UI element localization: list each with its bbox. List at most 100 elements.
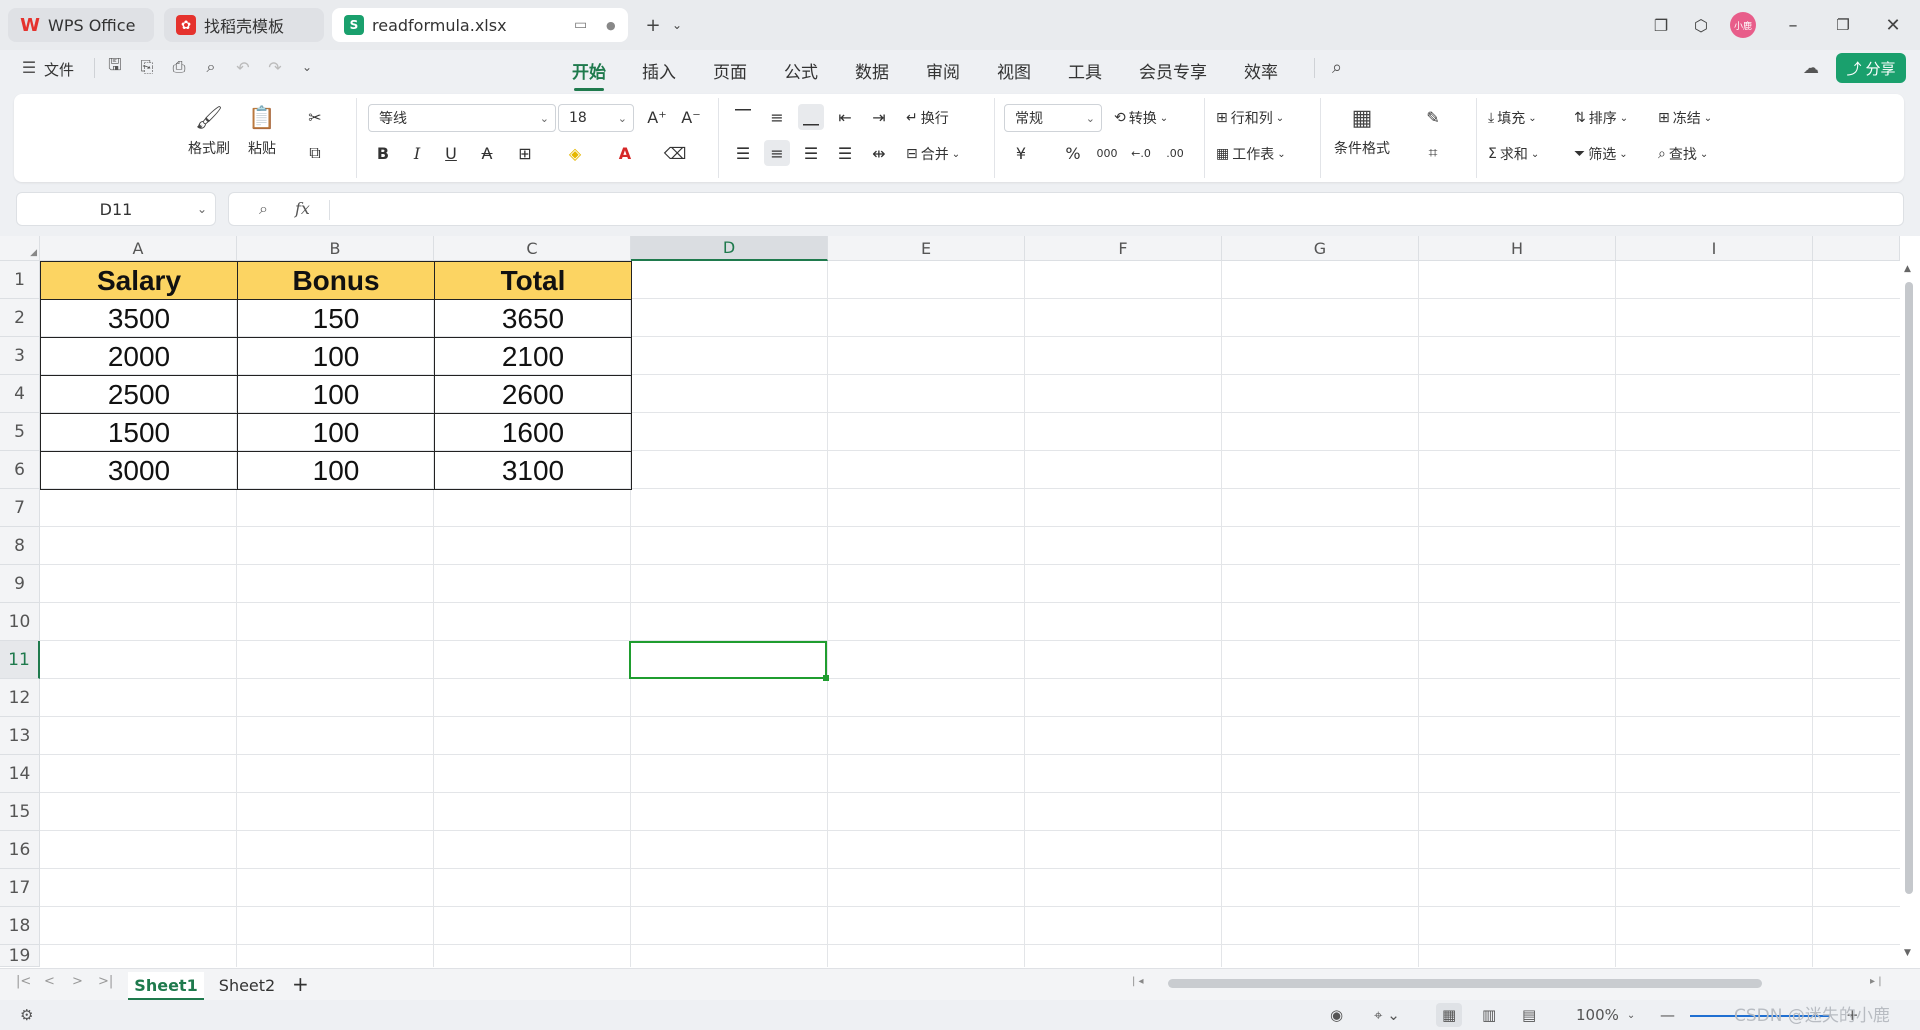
row-header-16[interactable]: 16 (0, 831, 40, 869)
number-format-select[interactable]: 常规 ⌄ (1004, 104, 1102, 132)
chevron-down-icon[interactable]: ⌄ (664, 12, 690, 38)
crop-icon[interactable]: ⌗ (1420, 140, 1446, 166)
align-bottom-icon[interactable]: ⎽ (798, 104, 824, 130)
row-header-14[interactable]: 14 (0, 755, 40, 793)
bold-icon[interactable]: B (370, 140, 396, 166)
align-top-icon[interactable]: ⎺ (730, 104, 756, 130)
table-cell[interactable]: 2100 (434, 337, 632, 376)
table-cell[interactable]: 100 (237, 337, 435, 376)
table-cell[interactable]: 1600 (434, 413, 632, 452)
borders-icon[interactable]: ⊞ (512, 140, 538, 166)
sheet-tab-sheet2[interactable]: Sheet2 (212, 972, 282, 998)
row-header-9[interactable]: 9 (0, 565, 40, 603)
row-header-8[interactable]: 8 (0, 527, 40, 565)
export-pdf-icon[interactable]: ⎘ (136, 56, 158, 78)
menu-view[interactable]: 视图 (997, 58, 1031, 83)
normal-view-icon[interactable]: ▦ (1436, 1003, 1463, 1027)
horizontal-scroll-thumb[interactable] (1168, 979, 1762, 988)
monitor-icon[interactable]: ▭ (574, 17, 587, 33)
quick-access-dropdown-icon[interactable]: ⌄ (296, 56, 318, 78)
table-cell[interactable]: 100 (237, 451, 435, 490)
row-header-11[interactable]: 11 (0, 641, 40, 679)
table-cell[interactable]: 3500 (40, 299, 238, 338)
formula-bar[interactable]: ⌕ fx (228, 192, 1904, 226)
increase-decimal-icon[interactable]: ←.0 (1128, 140, 1154, 166)
menu-member[interactable]: 会员专享 (1139, 58, 1207, 83)
save-icon[interactable]: 🖫 (104, 55, 126, 78)
fx-icon[interactable]: fx (295, 199, 310, 218)
filter-button[interactable]: ⏷ 筛选 ⌄ (1574, 144, 1628, 164)
decrease-decimal-icon[interactable]: .00 (1162, 140, 1188, 166)
strikethrough-icon[interactable]: A (474, 140, 500, 166)
menu-file[interactable]: 文件 (44, 59, 74, 80)
table-cell[interactable]: 100 (237, 375, 435, 414)
display-options-icon[interactable]: ⌖ ⌄ (1374, 1003, 1400, 1027)
print-preview-icon[interactable]: ⌕ (200, 56, 222, 78)
column-header-i[interactable]: I (1616, 236, 1813, 261)
menu-review[interactable]: 审阅 (926, 58, 960, 83)
italic-icon[interactable]: I (404, 140, 430, 166)
search-icon[interactable]: ⌕ (1326, 56, 1348, 78)
font-color-icon[interactable]: A (612, 140, 638, 166)
window-switch-icon[interactable]: ❐ (1648, 12, 1674, 38)
rows-columns-button[interactable]: ⊞ 行和列 ⌄ (1216, 108, 1284, 128)
decrease-font-icon[interactable]: A⁻ (678, 104, 704, 130)
copy-icon[interactable]: ⧉ (302, 140, 328, 166)
row-header-1[interactable]: 1 (0, 261, 40, 299)
row-header-4[interactable]: 4 (0, 375, 40, 413)
header-cell-salary[interactable]: Salary (40, 261, 238, 300)
table-cell[interactable]: 150 (237, 299, 435, 338)
format-painter-button[interactable]: 🖌 格式刷 (188, 104, 230, 158)
row-header-18[interactable]: 18 (0, 907, 40, 945)
row-header-12[interactable]: 12 (0, 679, 40, 717)
paste-button[interactable]: 📋 粘贴 (248, 104, 276, 158)
wrap-text-button[interactable]: ↵ 换行 (906, 108, 949, 128)
print-icon[interactable]: ⎙ (168, 56, 190, 78)
sort-button[interactable]: ⇅ 排序 ⌄ (1574, 108, 1628, 128)
cube-icon[interactable]: ⬡ (1688, 12, 1714, 38)
page-layout-view-icon[interactable]: ▤ (1522, 1003, 1536, 1027)
tab-wps-office[interactable]: W WPS Office (8, 8, 154, 42)
font-size-select[interactable]: 18 ⌄ (558, 104, 634, 132)
tab-docer-templates[interactable]: ✿ 找稻壳模板 (164, 8, 324, 42)
add-sheet-icon[interactable]: + (292, 972, 309, 996)
redo-icon[interactable]: ↷ (264, 56, 286, 78)
column-header-e[interactable]: E (828, 236, 1025, 261)
table-cell[interactable]: 3100 (434, 451, 632, 490)
row-header-7[interactable]: 7 (0, 489, 40, 527)
table-cell[interactable]: 100 (237, 413, 435, 452)
zoom-out-icon[interactable]: — (1660, 1003, 1675, 1027)
menu-data[interactable]: 数据 (855, 58, 889, 83)
distribute-icon[interactable]: ⇹ (866, 140, 892, 166)
tab-readformula[interactable]: S readformula.xlsx ▭ ● (332, 8, 628, 42)
name-box[interactable]: D11 ⌄ (16, 192, 216, 226)
scroll-right-icon[interactable]: ▸ | (1870, 976, 1882, 987)
column-header-f[interactable]: F (1025, 236, 1222, 261)
currency-icon[interactable]: ¥ (1008, 140, 1034, 166)
column-header-b[interactable]: B (237, 236, 434, 261)
table-cell[interactable]: 2000 (40, 337, 238, 376)
select-all-corner[interactable]: ◢ (0, 236, 40, 261)
table-cell[interactable]: 3000 (40, 451, 238, 490)
zoom-formula-icon[interactable]: ⌕ (259, 199, 268, 219)
cell-style-icon[interactable]: ✎ (1420, 104, 1446, 130)
header-cell-total[interactable]: Total (434, 261, 632, 300)
new-tab-plus-icon[interactable]: + (640, 12, 666, 38)
cut-icon[interactable]: ✂ (302, 104, 328, 130)
column-header-a[interactable]: A (40, 236, 237, 261)
align-center-icon[interactable]: ≡ (764, 140, 790, 166)
menu-tools[interactable]: 工具 (1068, 58, 1102, 83)
outdent-icon[interactable]: ⇤ (832, 104, 858, 130)
clear-format-icon[interactable]: ⌫ (662, 140, 688, 166)
minimize-icon[interactable]: – (1780, 12, 1806, 38)
last-sheet-icon[interactable]: >| (98, 974, 113, 989)
sheet-tab-sheet1[interactable]: Sheet1 (128, 972, 204, 1000)
header-cell-bonus[interactable]: Bonus (237, 261, 435, 300)
undo-icon[interactable]: ↶ (232, 56, 254, 78)
row-header-2[interactable]: 2 (0, 299, 40, 337)
restore-icon[interactable]: ❐ (1830, 12, 1856, 38)
first-sheet-icon[interactable]: |< (16, 974, 31, 989)
column-header-g[interactable]: G (1222, 236, 1419, 261)
column-header-d[interactable]: D (631, 236, 828, 261)
page-break-view-icon[interactable]: ▥ (1482, 1003, 1496, 1027)
